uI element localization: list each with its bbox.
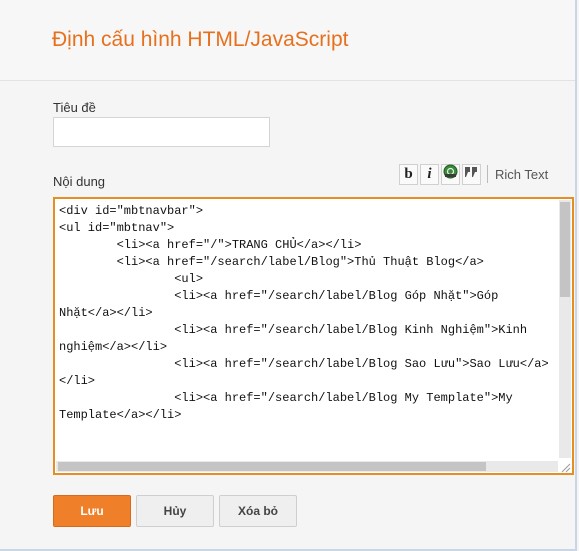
vertical-scroll-thumb[interactable] xyxy=(560,202,570,297)
title-label: Tiêu đề xyxy=(53,100,96,115)
horizontal-scroll-thumb[interactable] xyxy=(58,462,486,471)
delete-button[interactable]: Xóa bỏ xyxy=(219,495,297,527)
resize-handle-icon[interactable] xyxy=(559,460,571,473)
horizontal-scrollbar[interactable] xyxy=(56,461,558,472)
link-icon xyxy=(443,164,458,184)
italic-icon: i xyxy=(427,165,432,182)
dialog-header: Định cấu hình HTML/JavaScript xyxy=(0,0,575,81)
bold-icon: b xyxy=(404,165,413,182)
editor-toolbar: b i Rich Text xyxy=(399,163,548,185)
content-editor[interactable]: <div id="mbtnavbar"> <ul id="mbtnav"> <l… xyxy=(53,197,574,475)
rich-text-link[interactable]: Rich Text xyxy=(495,167,548,182)
link-button[interactable] xyxy=(441,163,460,185)
dialog-title: Định cấu hình HTML/JavaScript xyxy=(52,28,349,51)
vertical-scrollbar[interactable] xyxy=(559,200,571,458)
save-button[interactable]: Lưu xyxy=(53,495,131,527)
content-label: Nội dung xyxy=(53,174,106,189)
italic-button[interactable]: i xyxy=(420,163,439,185)
cancel-button[interactable]: Hủy xyxy=(136,495,214,527)
quote-icon xyxy=(464,165,479,183)
quote-button[interactable] xyxy=(462,163,481,185)
bold-button[interactable]: b xyxy=(399,163,418,185)
content-code[interactable]: <div id="mbtnavbar"> <ul id="mbtnav"> <l… xyxy=(59,203,554,424)
toolbar-divider xyxy=(487,165,488,183)
title-input[interactable] xyxy=(53,117,270,147)
